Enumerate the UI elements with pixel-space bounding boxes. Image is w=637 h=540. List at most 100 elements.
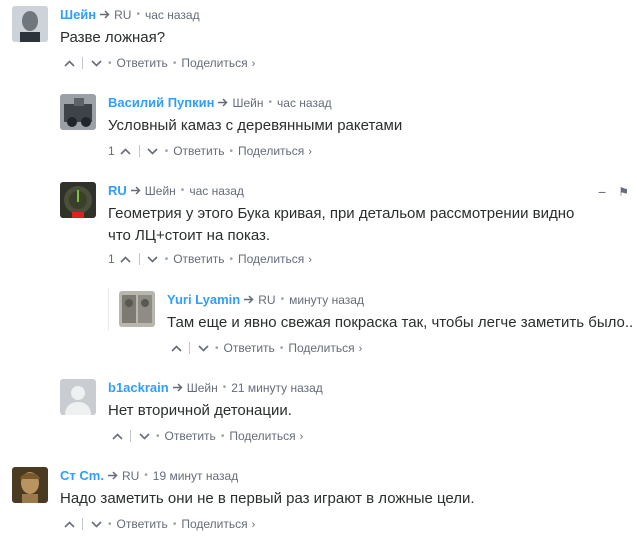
chevron-up-icon	[111, 432, 123, 440]
chevron-down-icon	[90, 520, 102, 528]
upvote-button[interactable]	[119, 146, 133, 156]
timestamp[interactable]: минуту назад	[289, 293, 364, 307]
reply-button[interactable]: Ответить	[173, 252, 224, 266]
author-name[interactable]: Шейн	[60, 7, 96, 22]
avatar[interactable]	[12, 467, 48, 503]
avatar[interactable]	[60, 94, 96, 130]
share-button[interactable]: Поделиться ›	[229, 429, 303, 443]
separator-dot: •	[156, 430, 160, 442]
upvote-button[interactable]	[62, 58, 76, 68]
share-label: Поделиться	[181, 517, 248, 531]
chevron-down-icon	[147, 255, 158, 263]
author-name[interactable]: Yuri Lyamin	[167, 292, 240, 307]
downvote-button[interactable]	[196, 343, 210, 353]
downvote-button[interactable]	[89, 519, 103, 529]
reply-to-user[interactable]: RU	[122, 469, 139, 483]
upvote-button[interactable]	[110, 431, 124, 441]
separator-dot: •	[279, 342, 284, 354]
comment: Ст Cm. RU • 19 минут назад Надо заметить…	[0, 467, 637, 540]
divider	[130, 430, 131, 442]
timestamp[interactable]: час назад	[189, 184, 244, 198]
timestamp[interactable]: 21 минуту назад	[231, 381, 323, 395]
comment-header: Василий Пупкин Шейн • час назад	[108, 95, 332, 110]
divider	[138, 145, 140, 157]
chevron-down-icon	[138, 432, 150, 440]
reply-to-user[interactable]: Шейн	[232, 96, 263, 110]
user-avatar-icon	[119, 291, 155, 327]
chevron-down-icon	[147, 147, 158, 155]
downvote-button[interactable]	[137, 431, 151, 441]
reply-button[interactable]: Ответить	[117, 56, 168, 70]
share-button[interactable]: Поделиться ›	[238, 144, 312, 158]
avatar[interactable]	[60, 182, 96, 218]
reply-button[interactable]: Ответить	[224, 341, 275, 355]
reply-button[interactable]: Ответить	[173, 144, 224, 158]
downvote-button[interactable]	[146, 254, 160, 264]
comment-text: Геометрия у этого Бука кривая, при детал…	[108, 205, 575, 244]
separator-dot: •	[136, 9, 140, 20]
chevron-up-icon	[120, 255, 131, 263]
divider	[189, 342, 190, 354]
chevron-up-icon	[170, 344, 182, 352]
author-name[interactable]: Ст Cm.	[60, 468, 104, 483]
author-name[interactable]: Василий Пупкин	[108, 95, 214, 110]
share-label: Поделиться	[238, 252, 305, 266]
separator-dot: •	[108, 57, 112, 69]
comment-text: Надо заметить они не в первый раз играют…	[60, 490, 475, 507]
chevron-right-icon: ›	[299, 431, 304, 443]
share-button[interactable]: Поделиться ›	[238, 252, 312, 266]
timestamp[interactable]: 19 минут назад	[153, 469, 238, 483]
divider	[82, 57, 83, 69]
avatar[interactable]	[60, 379, 96, 415]
share-label: Поделиться	[181, 56, 248, 70]
user-avatar-icon	[12, 6, 48, 42]
chevron-up-icon	[63, 520, 75, 528]
reply-to-icon	[107, 471, 118, 480]
reply-to-user[interactable]: Шейн	[187, 381, 218, 395]
timestamp[interactable]: час назад	[145, 8, 200, 22]
default-avatar-icon	[60, 379, 96, 415]
chevron-down-icon	[90, 59, 102, 67]
chevron-up-icon	[63, 59, 75, 67]
flag-icon[interactable]: ⚑	[618, 185, 629, 199]
reply-to-icon	[130, 186, 141, 195]
share-button[interactable]: Поделиться ›	[181, 56, 255, 70]
user-avatar-icon	[12, 467, 48, 503]
chevron-right-icon: ›	[251, 519, 256, 531]
separator-dot: •	[229, 145, 234, 157]
chevron-right-icon: ›	[308, 146, 312, 158]
comment-footer: • Ответить • Поделиться ›	[62, 56, 255, 70]
reply-button[interactable]: Ответить	[117, 517, 168, 531]
comment: Шейн RU • час назад Разве ложная? • Отве…	[0, 6, 637, 86]
avatar[interactable]	[12, 6, 48, 42]
share-button[interactable]: Поделиться ›	[288, 341, 362, 355]
upvote-button[interactable]	[169, 343, 183, 353]
separator-dot: •	[108, 518, 112, 530]
reply-button[interactable]: Ответить	[165, 429, 216, 443]
downvote-button[interactable]	[89, 58, 103, 68]
upvote-button[interactable]	[62, 519, 76, 529]
separator-dot: •	[280, 294, 285, 305]
timestamp[interactable]: час назад	[277, 96, 332, 110]
collapse-button[interactable]: −	[598, 184, 606, 200]
reply-to-icon	[218, 98, 229, 107]
divider	[138, 253, 140, 265]
comment-footer: 1 • Ответить • Поделиться ›	[108, 144, 312, 158]
author-name[interactable]: RU	[108, 183, 127, 198]
avatar[interactable]	[119, 291, 155, 327]
upvote-button[interactable]	[119, 254, 133, 264]
comment: RU Шейн • час назад − ⚑ Геометрия у этог…	[0, 182, 637, 292]
downvote-button[interactable]	[146, 146, 160, 156]
reply-to-user[interactable]: Шейн	[145, 184, 176, 198]
author-name[interactable]: b1ackrain	[108, 380, 169, 395]
share-button[interactable]: Поделиться ›	[181, 517, 255, 531]
chevron-right-icon: ›	[358, 343, 363, 355]
reply-to-user[interactable]: RU	[258, 293, 275, 307]
chevron-right-icon: ›	[308, 254, 312, 266]
comment-text: Нет вторичной детонации.	[108, 402, 292, 419]
reply-to-user[interactable]: RU	[114, 8, 131, 22]
comment-footer: • Ответить • Поделиться ›	[169, 341, 362, 355]
reply-to-icon	[100, 10, 110, 19]
separator-dot: •	[172, 518, 177, 530]
separator-dot: •	[180, 185, 185, 196]
